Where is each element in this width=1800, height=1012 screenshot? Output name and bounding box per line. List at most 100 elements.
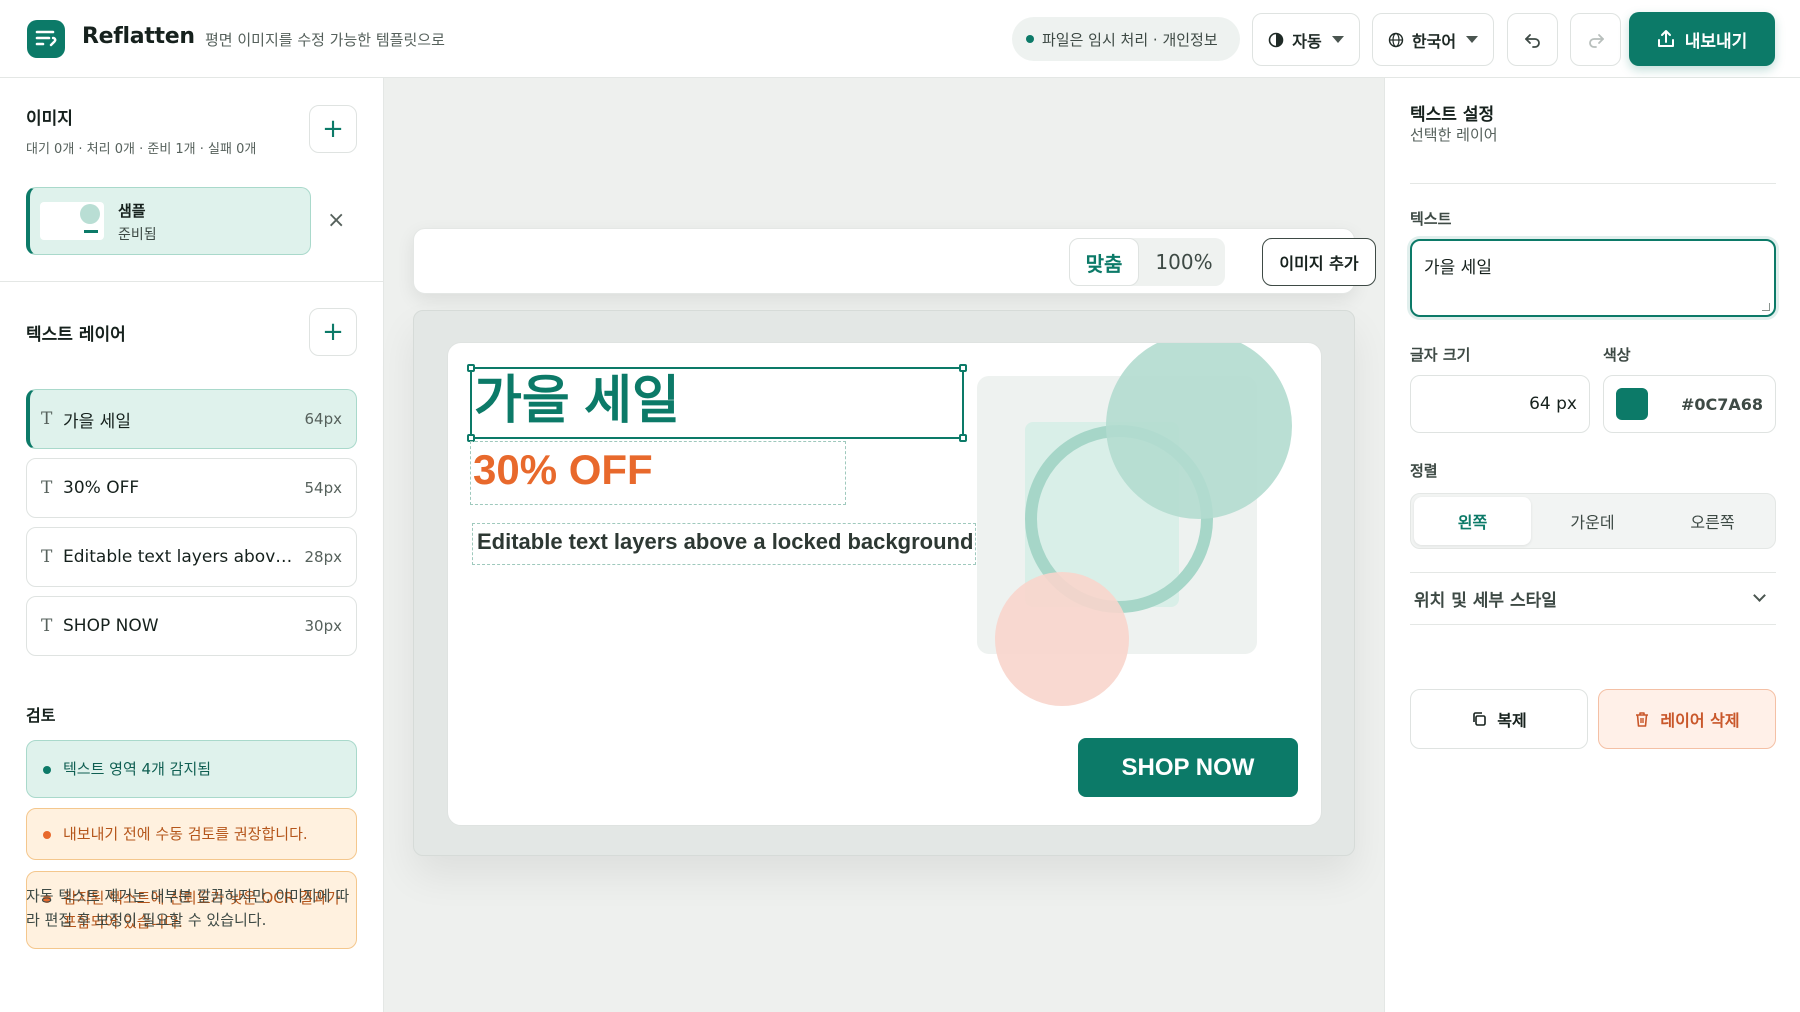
trash-icon: [1636, 711, 1649, 727]
text-layer-title[interactable]: 가을 세일: [467, 364, 967, 442]
export-button[interactable]: 내보내기: [1629, 12, 1775, 66]
text-type-icon: T: [41, 478, 53, 498]
copy-icon: [1473, 712, 1487, 726]
advanced-style-toggle[interactable]: 위치 및 세부 스타일: [1410, 572, 1776, 624]
images-title: 이미지: [26, 109, 73, 129]
layer-name: SHOP NOW: [63, 616, 159, 636]
text-label: 텍스트: [1410, 210, 1452, 228]
app-header: Reflatten 평면 이미지를 수정 가능한 템플릿으로 파일은 임시 처리…: [0, 0, 1800, 78]
image-status: 준비됨: [118, 227, 157, 243]
caret-down-icon: [1466, 36, 1479, 43]
canvas-area: 맞춤 100% 이미지 추가 가을 세일 30% OFF Editable te…: [385, 78, 1383, 1012]
font-size-input[interactable]: 64 px: [1410, 375, 1590, 433]
delete-layer-button[interactable]: 레이어 삭제: [1598, 689, 1776, 749]
contrast-icon: [1268, 32, 1284, 47]
review-item-warn: 내보내기 전에 수동 검토를 권장합니다.: [26, 808, 357, 860]
artboard[interactable]: 가을 세일 30% OFF Editable text layers above…: [447, 342, 1322, 826]
layer-size: 54px: [304, 479, 343, 497]
image-item[interactable]: 샘플 준비됨: [26, 187, 311, 255]
review-title: 검토: [26, 706, 56, 725]
language-dropdown[interactable]: 한국어: [1372, 13, 1494, 66]
title-text: 가을 세일: [474, 372, 680, 430]
text-type-icon: T: [41, 409, 53, 429]
left-sidebar: 이미지 대기 0개 · 처리 0개 · 준비 1개 · 실패 0개 + 샘플 준…: [0, 78, 384, 1012]
layers-title: 텍스트 레이어: [26, 325, 126, 345]
font-size-label: 글자 크기: [1410, 346, 1471, 364]
add-image-toolbar-button[interactable]: 이미지 추가: [1262, 238, 1376, 286]
app-title: Reflatten: [82, 24, 195, 49]
text-layer-discount[interactable]: 30% OFF: [470, 441, 846, 505]
zoom-fit-button[interactable]: 맞춤: [1069, 238, 1139, 286]
divider: [0, 281, 384, 282]
color-label: 색상: [1603, 346, 1631, 364]
layer-name: 30% OFF: [63, 478, 140, 498]
review-text: 텍스트 영역 4개 감지됨: [63, 760, 212, 778]
background-circle: [995, 572, 1129, 706]
redo-button[interactable]: [1570, 13, 1621, 66]
layer-size: 64px: [304, 410, 343, 428]
resize-handle[interactable]: [467, 364, 475, 372]
globe-icon: [1388, 32, 1404, 47]
zoom-controls: 맞춤 100%: [1069, 238, 1225, 286]
upload-icon: [1657, 30, 1674, 47]
align-label: 정렬: [1410, 462, 1438, 480]
add-image-button[interactable]: +: [309, 105, 357, 153]
caret-down-icon: [1331, 36, 1344, 43]
resize-grip-icon[interactable]: [1762, 303, 1770, 311]
export-label: 내보내기: [1684, 31, 1748, 52]
cleanup-note: 자동 텍스트 제거는 대부분 깔끔하지만, 이미지에 따라 편집 후 보정이 필…: [26, 887, 350, 929]
color-hex: #0C7A68: [1680, 394, 1763, 414]
text-input[interactable]: 가을 세일: [1410, 239, 1776, 317]
undo-icon: [1524, 33, 1540, 48]
layer-size: 30px: [304, 617, 343, 635]
review-text: 내보내기 전에 수동 검토를 권장합니다.: [63, 825, 308, 843]
text-type-icon: T: [41, 616, 53, 636]
settings-subtitle: 선택한 레이어: [1410, 126, 1498, 144]
images-meta: 대기 0개 · 처리 0개 · 준비 1개 · 실패 0개: [26, 142, 257, 157]
align-segmented-control: 왼쪽 가운데 오른쪽: [1410, 493, 1776, 549]
remove-image-icon[interactable]: ×: [327, 208, 345, 233]
text-layer-subtitle[interactable]: Editable text layers above a locked back…: [472, 523, 976, 565]
layer-item[interactable]: T 가을 세일 64px: [26, 389, 357, 449]
layer-item[interactable]: T 30% OFF 54px: [26, 458, 357, 518]
delete-label: 레이어 삭제: [1660, 711, 1740, 730]
duplicate-label: 복제: [1497, 711, 1527, 730]
advanced-style-label: 위치 및 세부 스타일: [1414, 590, 1557, 611]
add-layer-button[interactable]: +: [309, 308, 357, 356]
color-swatch[interactable]: [1616, 388, 1648, 420]
layer-size: 28px: [304, 548, 343, 566]
canvas-stage: 가을 세일 30% OFF Editable text layers above…: [413, 310, 1355, 856]
text-type-icon: T: [41, 547, 53, 567]
right-sidebar: 텍스트 설정 선택한 레이어 텍스트 가을 세일 글자 크기 색상 64 px …: [1384, 78, 1800, 1012]
align-left-option[interactable]: 왼쪽: [1414, 497, 1531, 545]
canvas-toolbar: 맞춤 100% 이미지 추가: [413, 228, 1376, 294]
layer-item[interactable]: T SHOP NOW 30px: [26, 596, 357, 656]
resize-handle[interactable]: [959, 364, 967, 372]
image-thumbnail: [40, 202, 104, 240]
chevron-down-icon: [1753, 588, 1766, 602]
app-subtitle: 평면 이미지를 수정 가능한 템플릿으로: [205, 31, 445, 49]
color-picker[interactable]: #0C7A68: [1603, 375, 1776, 433]
background-circle: [1106, 343, 1292, 519]
status-dot-icon: [1026, 35, 1034, 43]
divider: [1410, 183, 1776, 184]
layer-item[interactable]: T Editable text layers above a locked ba…: [26, 527, 357, 587]
warning-dot-icon: [43, 831, 51, 839]
undo-button[interactable]: [1507, 13, 1558, 66]
privacy-badge: 파일은 임시 처리 · 개인정보: [1012, 17, 1240, 61]
status-dot-icon: [43, 766, 51, 774]
resize-handle[interactable]: [959, 434, 967, 442]
settings-title: 텍스트 설정: [1410, 105, 1495, 125]
layer-name: 가을 세일: [63, 411, 131, 432]
text-layer-cta[interactable]: SHOP NOW: [1078, 738, 1298, 797]
font-size-value: 64 px: [1529, 394, 1577, 414]
redo-icon: [1588, 33, 1604, 48]
image-name: 샘플: [118, 202, 146, 220]
theme-dropdown[interactable]: 자동: [1252, 13, 1360, 66]
align-right-option[interactable]: 오른쪽: [1654, 497, 1771, 545]
duplicate-button[interactable]: 복제: [1410, 689, 1588, 749]
zoom-level[interactable]: 100%: [1145, 238, 1223, 286]
logo-icon: [27, 20, 65, 58]
language-label: 한국어: [1411, 31, 1457, 51]
align-center-option[interactable]: 가운데: [1534, 497, 1651, 545]
